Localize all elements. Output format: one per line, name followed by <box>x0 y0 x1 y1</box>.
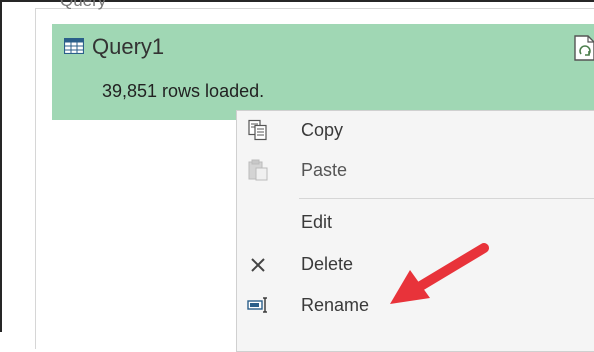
menu-item-copy[interactable]: Copy <box>237 113 594 147</box>
query-name: Query1 <box>92 34 165 59</box>
menu-separator <box>299 198 594 199</box>
rename-icon <box>247 297 267 313</box>
paste-icon <box>248 159 268 181</box>
query-status: 39,851 rows loaded. <box>102 81 265 101</box>
table-icon <box>64 38 84 54</box>
menu-item-label: Delete <box>301 254 354 274</box>
menu-item-paste[interactable]: Paste <box>237 153 594 187</box>
refresh-icon[interactable] <box>572 34 594 62</box>
annotation-arrow-icon <box>390 243 489 304</box>
context-menu: Copy Paste Edit Delete Rename <box>236 110 594 352</box>
delete-icon <box>251 258 265 272</box>
menu-item-label: Edit <box>301 212 333 232</box>
pane-title: Query <box>60 0 107 10</box>
menu-item-label: Copy <box>301 120 344 140</box>
menu-item-label: Rename <box>301 295 370 315</box>
copy-icon <box>248 119 267 141</box>
query-item[interactable]: Query1 39,851 rows loaded. <box>52 24 594 120</box>
menu-item-label: Paste <box>301 160 348 180</box>
